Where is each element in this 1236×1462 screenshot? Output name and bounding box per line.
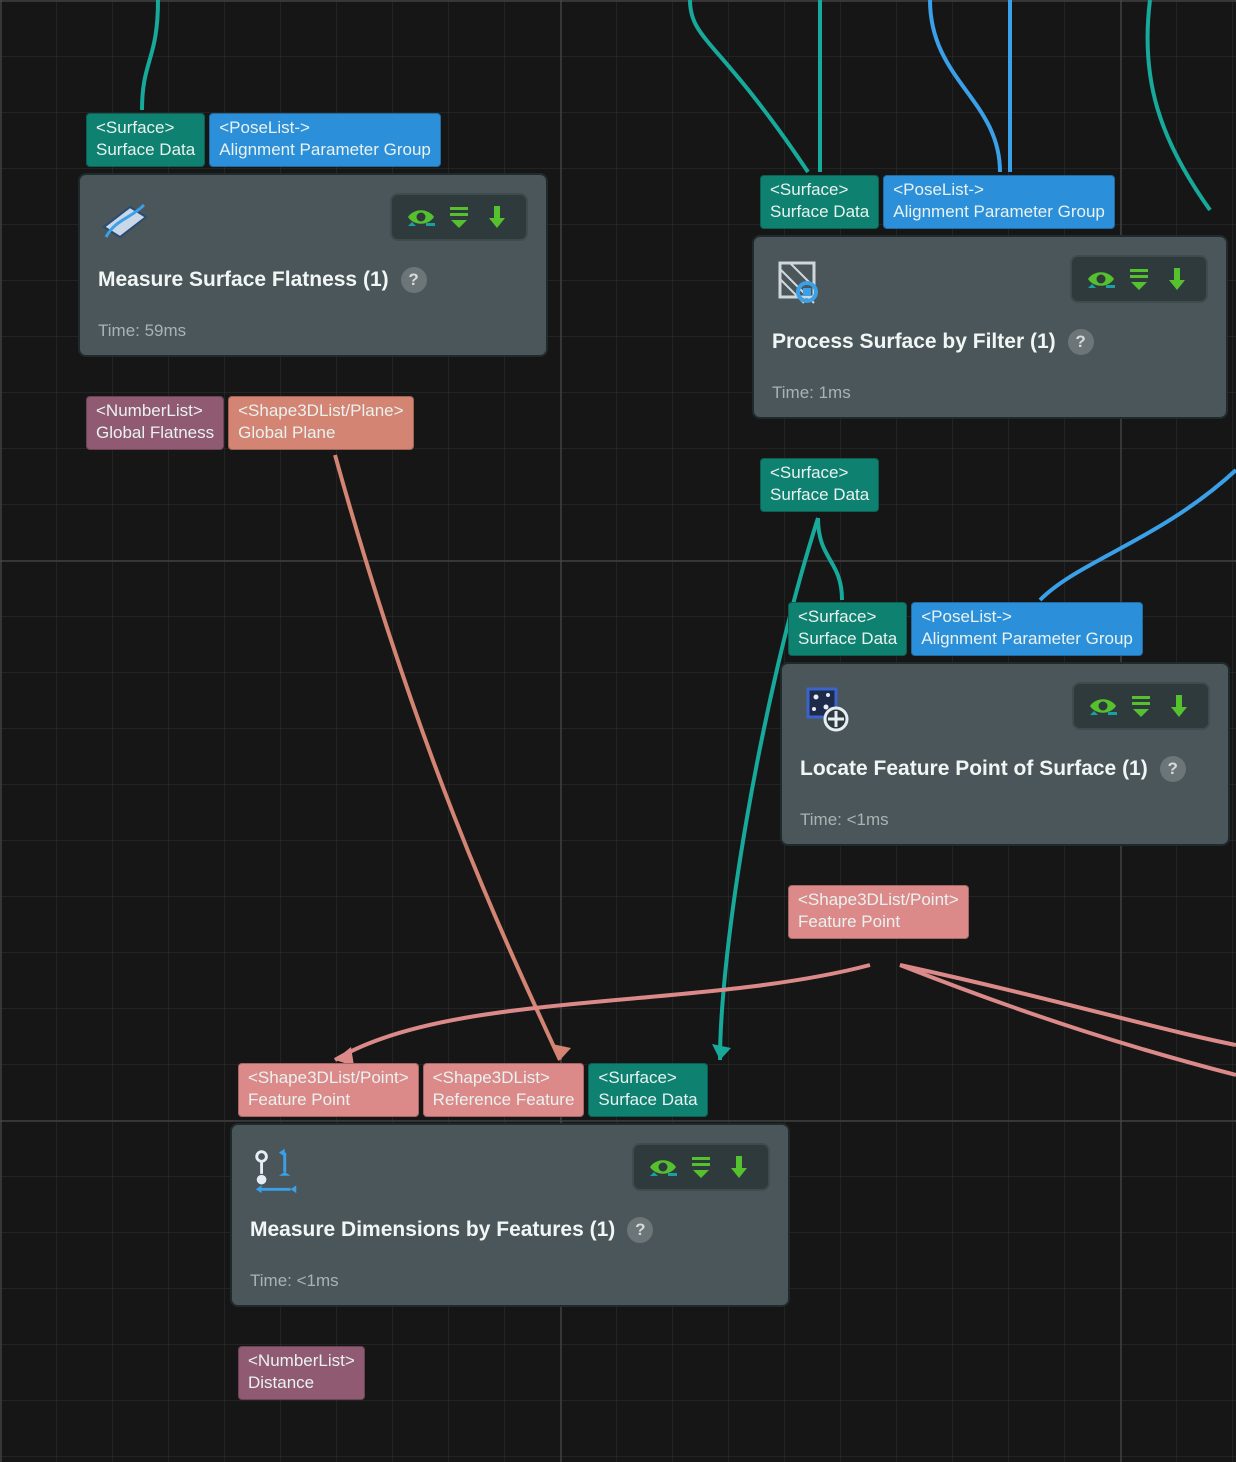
run-down-button[interactable]	[1160, 690, 1198, 722]
node-process-surface-filter[interactable]: Process Surface by Filter (1) ? Time: 1m…	[752, 235, 1228, 419]
visibility-toggle-button[interactable]	[402, 201, 440, 233]
port-type: <Surface>	[96, 117, 195, 139]
port-label: Surface Data	[770, 484, 869, 506]
visibility-toggle-button[interactable]	[644, 1151, 682, 1183]
flatness-input-ports: <Surface> Surface Data <PoseList-> Align…	[86, 113, 441, 167]
locate-input-ports: <Surface> Surface Data <PoseList-> Align…	[788, 602, 1143, 656]
locate-output-ports: <Shape3DList/Point> Feature Point	[788, 885, 969, 939]
port-type: <PoseList->	[219, 117, 431, 139]
port-label: Feature Point	[248, 1089, 409, 1111]
node-toolbar	[1070, 255, 1208, 303]
visibility-toggle-button[interactable]	[1084, 690, 1122, 722]
port-surface-data[interactable]: <Surface> Surface Data	[760, 458, 879, 512]
node-locate-feature-point[interactable]: Locate Feature Point of Surface (1) ? Ti…	[780, 662, 1230, 846]
help-icon[interactable]: ?	[627, 1217, 653, 1243]
flatness-node-icon	[98, 193, 152, 247]
node-title: Measure Dimensions by Features (1) ?	[250, 1217, 770, 1243]
port-label: Reference Feature	[433, 1089, 575, 1111]
port-pose-list[interactable]: <PoseList-> Alignment Parameter Group	[209, 113, 441, 167]
port-type: <PoseList->	[921, 606, 1133, 628]
node-title-text: Measure Dimensions by Features (1)	[250, 1218, 615, 1242]
node-toolbar	[390, 193, 528, 241]
node-title-text: Locate Feature Point of Surface (1)	[800, 757, 1148, 781]
locate-node-icon	[800, 682, 854, 736]
port-reference-feature[interactable]: <Shape3DList> Reference Feature	[423, 1063, 585, 1117]
port-feature-point[interactable]: <Shape3DList/Point> Feature Point	[788, 885, 969, 939]
port-label: Alignment Parameter Group	[219, 139, 431, 161]
port-surface-data[interactable]: <Surface> Surface Data	[788, 602, 907, 656]
run-down-button[interactable]	[720, 1151, 758, 1183]
port-label: Surface Data	[96, 139, 195, 161]
filter-node-icon	[772, 255, 826, 309]
node-time-label: Time: 1ms	[772, 383, 1208, 403]
node-title: Measure Surface Flatness (1) ?	[98, 267, 528, 293]
port-label: Surface Data	[798, 628, 897, 650]
dimensions-node-icon	[250, 1143, 304, 1197]
port-type: <Shape3DList/Plane>	[238, 400, 403, 422]
port-type: <Shape3DList>	[433, 1067, 575, 1089]
expand-stack-button[interactable]	[440, 201, 478, 233]
node-time-label: Time: <1ms	[800, 810, 1210, 830]
port-label: Surface Data	[770, 201, 869, 223]
port-label: Alignment Parameter Group	[921, 628, 1133, 650]
port-label: Surface Data	[598, 1089, 697, 1111]
help-icon[interactable]: ?	[1160, 756, 1186, 782]
visibility-toggle-button[interactable]	[1082, 263, 1120, 295]
port-label: Global Plane	[238, 422, 403, 444]
expand-stack-button[interactable]	[1120, 263, 1158, 295]
node-measure-dimensions[interactable]: Measure Dimensions by Features (1) ? Tim…	[230, 1123, 790, 1307]
port-type: <Surface>	[770, 179, 869, 201]
port-type: <Shape3DList/Point>	[248, 1067, 409, 1089]
port-type: <NumberList>	[248, 1350, 355, 1372]
port-feature-point[interactable]: <Shape3DList/Point> Feature Point	[238, 1063, 419, 1117]
port-distance[interactable]: <NumberList> Distance	[238, 1346, 365, 1400]
node-title-text: Measure Surface Flatness (1)	[98, 268, 389, 292]
node-time-label: Time: <1ms	[250, 1271, 770, 1291]
dims-output-ports: <NumberList> Distance	[238, 1346, 365, 1400]
port-type: <NumberList>	[96, 400, 214, 422]
port-pose-list[interactable]: <PoseList-> Alignment Parameter Group	[883, 175, 1115, 229]
node-title: Process Surface by Filter (1) ?	[772, 329, 1208, 355]
port-global-plane[interactable]: <Shape3DList/Plane> Global Plane	[228, 396, 413, 450]
node-graph-canvas[interactable]: <Surface> Surface Data <PoseList-> Align…	[0, 0, 1236, 1462]
port-label: Feature Point	[798, 911, 959, 933]
node-toolbar	[1072, 682, 1210, 730]
port-type: <PoseList->	[893, 179, 1105, 201]
port-label: Distance	[248, 1372, 355, 1394]
flatness-output-ports: <NumberList> Global Flatness <Shape3DLis…	[86, 396, 414, 450]
node-title-text: Process Surface by Filter (1)	[772, 330, 1056, 354]
filter-output-ports: <Surface> Surface Data	[760, 458, 879, 512]
node-toolbar	[632, 1143, 770, 1191]
node-title: Locate Feature Point of Surface (1) ?	[800, 756, 1210, 782]
port-label: Alignment Parameter Group	[893, 201, 1105, 223]
help-icon[interactable]: ?	[1068, 329, 1094, 355]
run-down-button[interactable]	[478, 201, 516, 233]
port-type: <Shape3DList/Point>	[798, 889, 959, 911]
port-type: <Surface>	[770, 462, 869, 484]
port-type: <Surface>	[598, 1067, 697, 1089]
port-surface-data[interactable]: <Surface> Surface Data	[588, 1063, 707, 1117]
node-measure-surface-flatness[interactable]: Measure Surface Flatness (1) ? Time: 59m…	[78, 173, 548, 357]
expand-stack-button[interactable]	[682, 1151, 720, 1183]
expand-stack-button[interactable]	[1122, 690, 1160, 722]
port-surface-data[interactable]: <Surface> Surface Data	[86, 113, 205, 167]
node-time-label: Time: 59ms	[98, 321, 528, 341]
help-icon[interactable]: ?	[401, 267, 427, 293]
port-global-flatness[interactable]: <NumberList> Global Flatness	[86, 396, 224, 450]
port-surface-data[interactable]: <Surface> Surface Data	[760, 175, 879, 229]
filter-input-ports: <Surface> Surface Data <PoseList-> Align…	[760, 175, 1115, 229]
dims-input-ports: <Shape3DList/Point> Feature Point <Shape…	[238, 1063, 708, 1117]
run-down-button[interactable]	[1158, 263, 1196, 295]
port-type: <Surface>	[798, 606, 897, 628]
port-label: Global Flatness	[96, 422, 214, 444]
port-pose-list[interactable]: <PoseList-> Alignment Parameter Group	[911, 602, 1143, 656]
